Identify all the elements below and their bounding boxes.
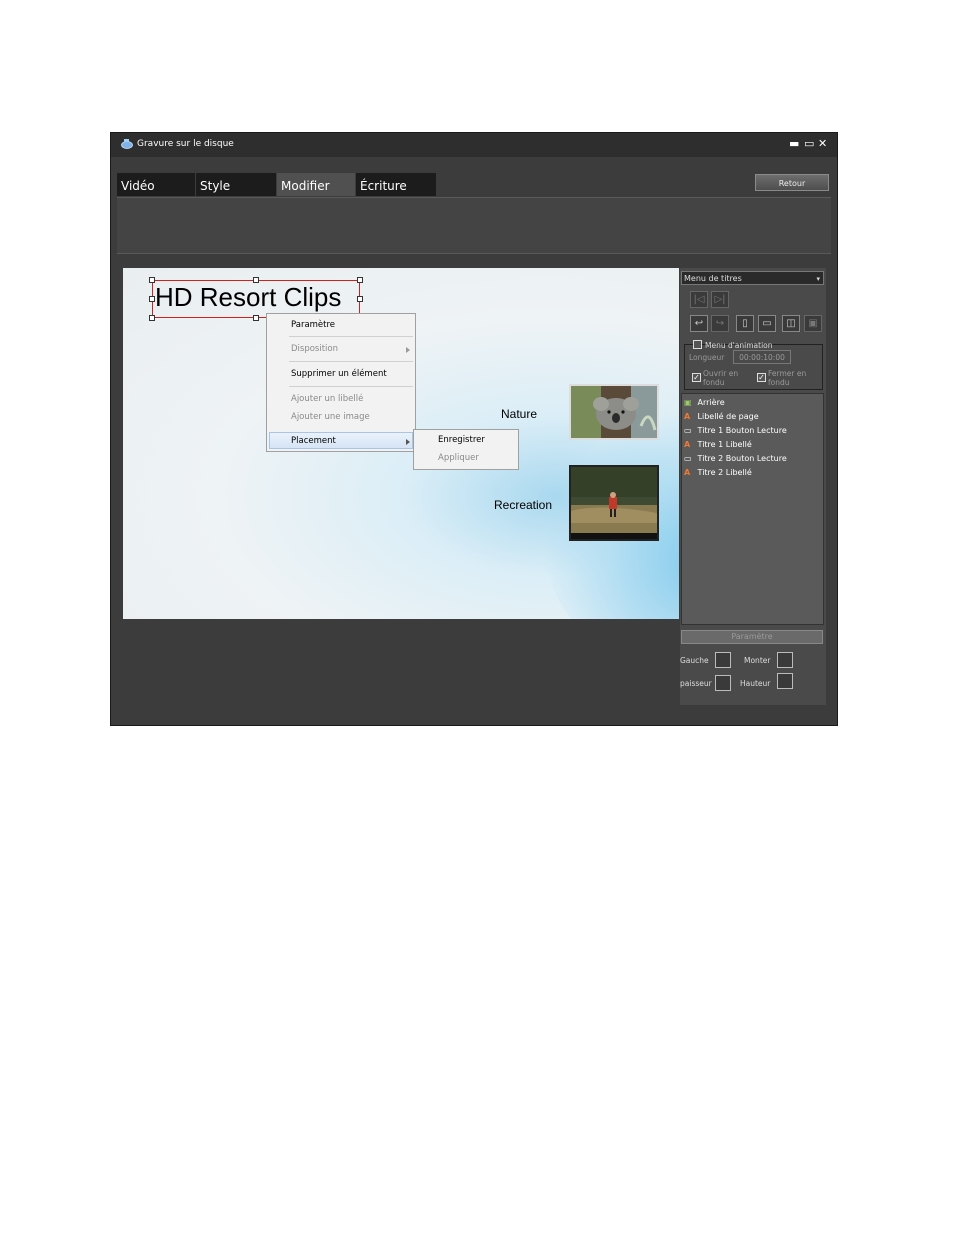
animation-group: Menu d'animation Longueur 00:00:10:00 ✓ …: [684, 340, 823, 390]
recreation-thumbnail[interactable]: [569, 465, 659, 541]
koala-image: [571, 386, 657, 438]
menu-item-ajouter-image[interactable]: Ajouter une image: [291, 412, 370, 422]
submenu-arrow-icon: [406, 439, 410, 445]
menu-item-disposition[interactable]: Disposition: [291, 344, 338, 354]
layer-item[interactable]: A Titre 2 Libellé: [684, 467, 752, 479]
tab-video[interactable]: Vidéo: [117, 173, 195, 196]
chevron-down-icon: ▾: [816, 275, 820, 283]
menu-type-dropdown[interactable]: Menu de titres ▾: [681, 271, 824, 285]
disc-app-icon: [121, 139, 133, 149]
dropdown-value: Menu de titres: [684, 274, 742, 283]
menu-item-ajouter-libelle[interactable]: Ajouter un libellé: [291, 394, 363, 404]
properties-panel: Menu de titres ▾ |◁ ▷| ↩ ↪ ▯ ▭ ◫ ▣ Menu …: [680, 268, 826, 705]
fade-out-checkbox[interactable]: ✓: [757, 373, 766, 382]
button-icon: ▭: [684, 426, 692, 435]
gauche-input[interactable]: [715, 652, 731, 668]
retour-button[interactable]: Retour: [755, 174, 829, 191]
resize-handle[interactable]: [253, 315, 259, 321]
minimize-icon[interactable]: ▬: [789, 137, 799, 150]
placement-submenu: Enregistrer Appliquer: [413, 429, 519, 470]
resize-handle[interactable]: [253, 277, 259, 283]
frame-icon[interactable]: ▯: [736, 315, 754, 332]
nature-thumbnail[interactable]: [569, 384, 659, 440]
fade-in-checkbox[interactable]: ✓: [692, 373, 701, 382]
text-icon: A: [684, 440, 691, 449]
tab-style[interactable]: Style: [196, 173, 276, 196]
layer-item[interactable]: A Titre 1 Libellé: [684, 439, 752, 451]
animation-menu-label: Menu d'animation: [705, 341, 773, 350]
menu-separator: [289, 336, 413, 337]
close-icon[interactable]: ✕: [818, 137, 827, 150]
biker-image: [571, 467, 657, 539]
menu-item-placement[interactable]: Placement: [291, 436, 336, 446]
layer-item[interactable]: ▭ Titre 2 Bouton Lecture: [684, 453, 787, 465]
longueur-input[interactable]: 00:00:10:00: [733, 350, 791, 364]
first-page-icon[interactable]: |◁: [690, 291, 708, 308]
grid-icon[interactable]: ▣: [804, 315, 822, 332]
resize-handle[interactable]: [149, 315, 155, 321]
tab-modifier[interactable]: Modifier: [277, 173, 355, 196]
hauteur-input[interactable]: [777, 673, 793, 689]
submenu-arrow-icon: [406, 347, 410, 353]
window-title: Gravure sur le disque: [137, 139, 234, 149]
title-bar: Gravure sur le disque ▬ ▭ ✕: [111, 133, 837, 157]
menu-separator: [289, 386, 413, 387]
monitor-icon[interactable]: ▭: [758, 315, 776, 332]
fade-in-label: Ouvrir en fondu: [703, 369, 739, 387]
animation-menu-checkbox[interactable]: [693, 340, 702, 349]
layer-item[interactable]: ▭ Titre 1 Bouton Lecture: [684, 425, 787, 437]
maximize-icon[interactable]: ▭: [804, 137, 814, 150]
layer-list: ▣ Arrière A Libellé de page ▭ Titre 1 Bo…: [681, 393, 824, 625]
resize-handle[interactable]: [357, 296, 363, 302]
longueur-label: Longueur: [689, 353, 725, 362]
context-menu: Paramètre Disposition Supprimer un éléme…: [266, 313, 416, 452]
gauche-label: Gauche: [680, 656, 709, 665]
menu-separator: [289, 361, 413, 362]
text-icon: A: [684, 468, 691, 477]
text-icon: A: [684, 412, 691, 421]
menu-item-supprimer[interactable]: Supprimer un élément: [291, 369, 387, 379]
button-icon: ▭: [684, 454, 692, 463]
menu-item-enregistrer[interactable]: Enregistrer: [438, 435, 485, 445]
tool-band: [117, 197, 831, 254]
layer-item[interactable]: ▣ Arrière: [684, 397, 725, 409]
redo-icon[interactable]: ↪: [711, 315, 729, 332]
image-icon: ▣: [684, 398, 692, 407]
layer-item[interactable]: A Libellé de page: [684, 411, 759, 423]
nature-label[interactable]: Nature: [501, 407, 537, 421]
epaisseur-label: paisseur: [680, 679, 712, 688]
tv-safe-icon[interactable]: ◫: [782, 315, 800, 332]
parametre-button[interactable]: Paramètre: [681, 630, 823, 644]
hauteur-label: Hauteur: [740, 679, 771, 688]
epaisseur-input[interactable]: [715, 675, 731, 691]
recreation-label[interactable]: Recreation: [494, 498, 552, 512]
undo-icon[interactable]: ↩: [690, 315, 708, 332]
monter-label: Monter: [744, 656, 771, 665]
tab-ecriture[interactable]: Écriture: [356, 173, 436, 196]
resize-handle[interactable]: [357, 277, 363, 283]
menu-item-parametre[interactable]: Paramètre: [291, 320, 335, 330]
resize-handle[interactable]: [149, 296, 155, 302]
resize-handle[interactable]: [149, 277, 155, 283]
last-page-icon[interactable]: ▷|: [711, 291, 729, 308]
monter-input[interactable]: [777, 652, 793, 668]
fade-out-label: Fermer en fondu: [768, 369, 807, 387]
menu-item-appliquer[interactable]: Appliquer: [438, 453, 479, 463]
